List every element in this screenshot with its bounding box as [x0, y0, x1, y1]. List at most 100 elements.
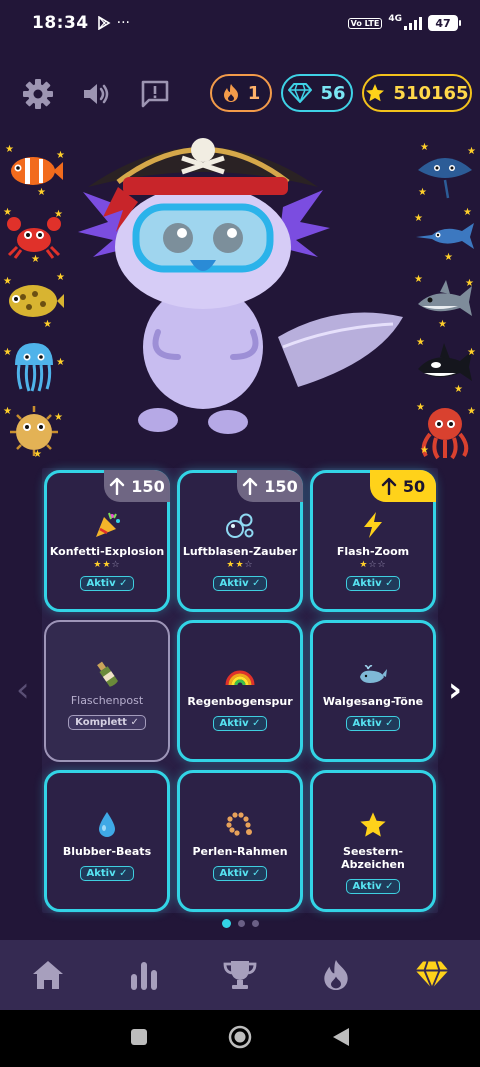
whale-icon — [357, 661, 389, 689]
gem-count: 56 — [320, 82, 346, 104]
sound-button[interactable] — [78, 76, 114, 112]
card-rating: ★★☆ — [93, 560, 120, 570]
lightning-icon — [357, 511, 389, 539]
cost-value: 150 — [264, 476, 298, 496]
star-icon — [366, 84, 385, 102]
card-konfetti-explosion[interactable]: 150 Konfetti-Explosion ★★☆ Aktiv ✓ — [44, 470, 170, 612]
card-name: Regenbogenspur — [187, 695, 293, 708]
card-name: Luftblasen-Zauber — [182, 545, 298, 558]
card-name: Flaschenpost — [70, 694, 144, 707]
play-store-icon — [97, 16, 111, 30]
bubbles-icon — [224, 511, 256, 539]
star-count: 510165 — [393, 82, 469, 104]
tab-trophy[interactable] — [192, 940, 288, 1010]
home-circle-icon — [228, 1025, 252, 1048]
orca-sticker[interactable]: ★ ★ ★ — [414, 337, 476, 395]
card-name: Walgesang-Töne — [322, 695, 424, 708]
more-notifications-icon: ··· — [116, 15, 130, 31]
upgrade-cost[interactable]: 150 — [237, 470, 303, 502]
battery-icon: 47 — [428, 15, 461, 31]
axolotl-mascot[interactable] — [78, 132, 408, 442]
gem-counter[interactable]: 56 — [281, 74, 353, 112]
swordfish-sticker[interactable]: ★ ★ ★ — [414, 207, 476, 265]
card-seestern-abzeichen[interactable]: Seestern-Abzeichen Aktiv ✓ — [310, 770, 436, 912]
chevron-right-icon: › — [448, 670, 463, 710]
status-badge: Aktiv ✓ — [212, 866, 268, 881]
tab-stats[interactable] — [96, 940, 192, 1010]
rating-empty: ☆ — [244, 560, 254, 570]
status-badge: Aktiv ✓ — [212, 576, 268, 591]
feedback-button[interactable] — [137, 76, 173, 112]
bottom-navigation — [0, 940, 480, 1010]
status-badge: Aktiv ✓ — [212, 716, 268, 731]
card-walgesang-toene[interactable]: Walgesang-Töne Aktiv ✓ — [310, 620, 436, 762]
stingray-sticker[interactable]: ★ ★ ★ — [414, 142, 476, 200]
prev-page-button[interactable]: ‹ — [16, 673, 30, 707]
rating-filled: ★★ — [226, 560, 245, 570]
battery-level: 47 — [435, 16, 451, 30]
volte-icon: Vo LTE — [347, 17, 383, 29]
card-perlen-rahmen[interactable]: Perlen-Rahmen Aktiv ✓ — [177, 770, 303, 912]
pufferfish-sticker[interactable]: ★ ★ ★ — [3, 402, 65, 460]
back-icon — [333, 1027, 349, 1046]
fire-icon — [324, 960, 348, 990]
arrow-up-icon — [110, 477, 125, 495]
rating-empty: ☆☆ — [368, 560, 387, 570]
settings-button[interactable] — [20, 76, 56, 112]
tab-shop[interactable] — [384, 940, 480, 1010]
upgrade-cost[interactable]: 150 — [104, 470, 170, 502]
shark-sticker[interactable]: ★ ★ ★ — [414, 272, 476, 330]
fire-counter[interactable]: 1 — [210, 74, 272, 112]
gem-icon — [415, 961, 449, 990]
gear-icon — [23, 79, 53, 109]
card-rating: ★☆☆ — [359, 560, 386, 570]
card-name: Perlen-Rahmen — [192, 845, 288, 858]
status-time: 18:34 — [32, 13, 89, 33]
status-badge: Aktiv ✓ — [345, 576, 401, 591]
arrow-up-icon — [243, 477, 258, 495]
home-system-button[interactable] — [228, 1025, 252, 1053]
rating-empty: ☆ — [111, 560, 121, 570]
card-regenbogenspur[interactable]: Regenbogenspur Aktiv ✓ — [177, 620, 303, 762]
card-name: Blubber-Beats — [62, 845, 152, 858]
effects-grid: 150 Konfetti-Explosion ★★☆ Aktiv ✓ 150 L… — [42, 468, 438, 913]
signal-icon — [404, 16, 422, 30]
page-dot[interactable] — [252, 920, 259, 927]
party-popper-icon — [91, 511, 123, 539]
card-flaschenpost[interactable]: Flaschenpost Komplett ✓ — [44, 620, 170, 762]
crab-sticker[interactable]: ★ ★ ★ — [3, 207, 65, 265]
collection-left: ★ ★ ★ ★ ★ ★ ★ ★ ★ ★ ★ ★ ★ ★ — [3, 142, 65, 460]
card-luftblasen-zauber[interactable]: 150 Luftblasen-Zauber ★★☆ Aktiv ✓ — [177, 470, 303, 612]
prayer-beads-icon — [224, 811, 256, 839]
speaker-icon — [84, 84, 109, 104]
status-bar: 18:34 ··· Vo LTE 4G 47 — [0, 0, 480, 46]
next-page-button[interactable]: › — [448, 673, 462, 707]
home-icon — [33, 961, 63, 989]
card-name: Seestern-Abzeichen — [341, 845, 405, 871]
fire-count: 1 — [247, 82, 261, 104]
card-flash-zoom[interactable]: 50 Flash-Zoom ★☆☆ Aktiv ✓ — [310, 470, 436, 612]
page-dot-active[interactable] — [222, 919, 231, 928]
upgrade-cost[interactable]: 50 — [370, 470, 436, 502]
clownfish-sticker[interactable]: ★ ★ ★ — [3, 142, 65, 200]
chevron-left-icon: ‹ — [16, 670, 30, 710]
tab-home[interactable] — [0, 940, 96, 1010]
card-rating: ★★☆ — [226, 560, 253, 570]
collection-right: ★ ★ ★ ★ ★ ★ ★ ★ ★ ★ ★ ★ ★ ★ ★ — [414, 142, 476, 460]
status-badge: Aktiv ✓ — [345, 716, 401, 731]
jellyfish-sticker[interactable]: ★ ★ — [3, 337, 65, 395]
pufferfish-yellow-sticker[interactable]: ★ ★ ★ — [3, 272, 65, 330]
card-blubber-beats[interactable]: Blubber-Beats Aktiv ✓ — [44, 770, 170, 912]
page-dot[interactable] — [238, 920, 245, 927]
rainbow-icon — [224, 661, 256, 689]
cost-value: 150 — [131, 476, 165, 496]
back-button[interactable] — [332, 1027, 350, 1051]
recents-icon — [131, 1028, 147, 1045]
arrow-up-icon — [381, 477, 397, 495]
octopus-sticker[interactable]: ★ ★ ★ — [414, 402, 476, 460]
status-badge: Aktiv ✓ — [79, 866, 135, 881]
tab-streak[interactable] — [288, 940, 384, 1010]
recents-button[interactable] — [130, 1028, 148, 1050]
hero-area: ★ ★ ★ ★ ★ ★ ★ ★ ★ ★ ★ ★ ★ ★ ★ ★ ★ ★ ★ ★ … — [0, 132, 480, 462]
star-counter[interactable]: 510165 — [362, 74, 472, 112]
